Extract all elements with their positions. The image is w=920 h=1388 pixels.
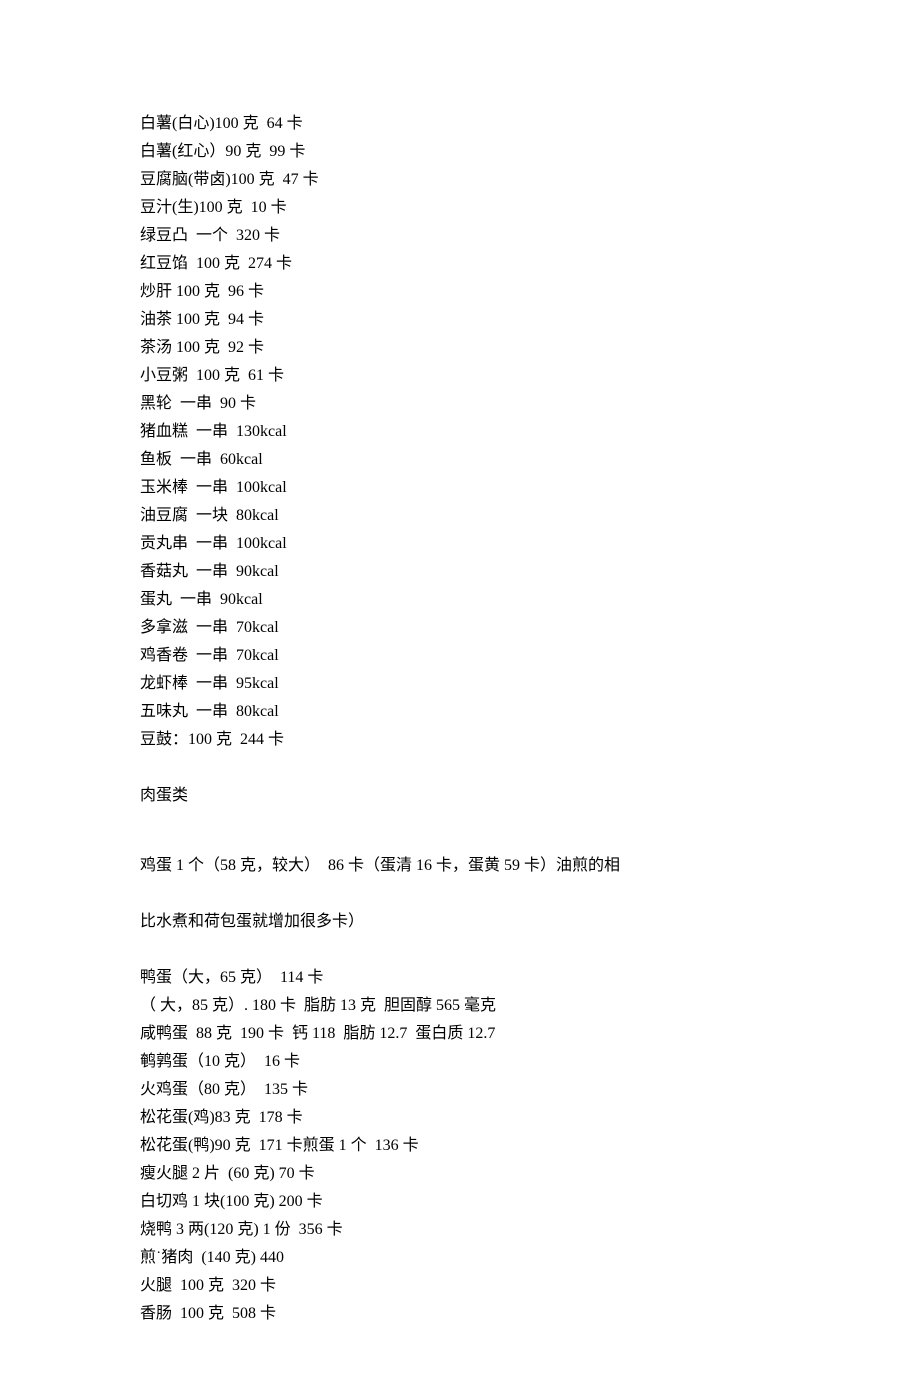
section-heading: 肉蛋类	[140, 782, 780, 810]
food-line: 鹌鹑蛋（10 克） 16 卡	[140, 1048, 780, 1076]
spacer	[140, 936, 780, 964]
food-line: 煎˙猪肉 (140 克) 440	[140, 1244, 780, 1272]
food-line: 火腿 100 克 320 卡	[140, 1272, 780, 1300]
food-line: 贡丸串 一串 100kcal	[140, 530, 780, 558]
food-line: 白切鸡 1 块(100 克) 200 卡	[140, 1188, 780, 1216]
food-line: 蛋丸 一串 90kcal	[140, 586, 780, 614]
spacer	[140, 880, 780, 908]
food-line: 豆鼓：100 克 244 卡	[140, 726, 780, 754]
food-line: 黑轮 一串 90 卡	[140, 390, 780, 418]
food-line: 白薯(红心）90 克 99 卡	[140, 138, 780, 166]
food-line: 玉米棒 一串 100kcal	[140, 474, 780, 502]
spacer	[140, 838, 780, 852]
food-line: 小豆粥 100 克 61 卡	[140, 362, 780, 390]
food-line: 白薯(白心)100 克 64 卡	[140, 110, 780, 138]
spacer	[140, 810, 780, 838]
food-line: 茶汤 100 克 92 卡	[140, 334, 780, 362]
section-1: 白薯(白心)100 克 64 卡 白薯(红心）90 克 99 卡 豆腐脑(带卤)…	[140, 110, 780, 754]
food-line: 鸡香卷 一串 70kcal	[140, 642, 780, 670]
food-line: 多拿滋 一串 70kcal	[140, 614, 780, 642]
food-line: 油茶 100 克 94 卡	[140, 306, 780, 334]
food-line: 咸鸭蛋 88 克 190 卡 钙 118 脂肪 12.7 蛋白质 12.7	[140, 1020, 780, 1048]
food-line: 烧鸭 3 两(120 克) 1 份 356 卡	[140, 1216, 780, 1244]
food-line: 豆腐脑(带卤)100 克 47 卡	[140, 166, 780, 194]
food-line: 鸭蛋（大，65 克） 114 卡	[140, 964, 780, 992]
food-line: 绿豆凸 一个 320 卡	[140, 222, 780, 250]
food-line: （ 大，85 克）. 180 卡 脂肪 13 克 胆固醇 565 毫克	[140, 992, 780, 1020]
food-line: 火鸡蛋（80 克） 135 卡	[140, 1076, 780, 1104]
food-line: 香肠 100 克 508 卡	[140, 1300, 780, 1328]
food-line: 油豆腐 一块 80kcal	[140, 502, 780, 530]
food-line: 豆汁(生)100 克 10 卡	[140, 194, 780, 222]
food-line: 比水煮和荷包蛋就增加很多卡）	[140, 908, 780, 936]
food-line: 瘦火腿 2 片 (60 克) 70 卡	[140, 1160, 780, 1188]
food-line: 松花蛋(鸭)90 克 171 卡煎蛋 1 个 136 卡	[140, 1132, 780, 1160]
food-line: 红豆馅 100 克 274 卡	[140, 250, 780, 278]
section-2b: 比水煮和荷包蛋就增加很多卡）	[140, 908, 780, 936]
food-line: 炒肝 100 克 96 卡	[140, 278, 780, 306]
food-line: 龙虾棒 一串 95kcal	[140, 670, 780, 698]
spacer	[140, 754, 780, 782]
section-3: 鸭蛋（大，65 克） 114 卡 （ 大，85 克）. 180 卡 脂肪 13 …	[140, 964, 780, 1328]
food-line: 猪血糕 一串 130kcal	[140, 418, 780, 446]
food-line: 松花蛋(鸡)83 克 178 卡	[140, 1104, 780, 1132]
food-line: 鸡蛋 1 个（58 克，较大） 86 卡（蛋清 16 卡，蛋黄 59 卡）油煎的…	[140, 852, 780, 880]
food-line: 香菇丸 一串 90kcal	[140, 558, 780, 586]
food-line: 鱼板 一串 60kcal	[140, 446, 780, 474]
food-line: 五味丸 一串 80kcal	[140, 698, 780, 726]
section-2a: 鸡蛋 1 个（58 克，较大） 86 卡（蛋清 16 卡，蛋黄 59 卡）油煎的…	[140, 852, 780, 880]
